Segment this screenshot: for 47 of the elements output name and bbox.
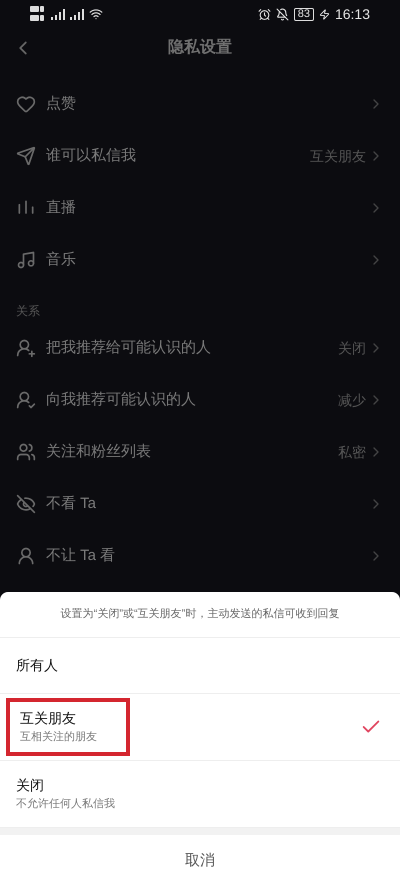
row-label: 音乐 — [46, 250, 77, 270]
settings-row[interactable]: 不看 Ta — [0, 478, 400, 530]
bell-off-icon — [276, 8, 289, 20]
row-label: 点赞 — [46, 94, 77, 114]
signal-icon — [51, 8, 65, 20]
option-label: 关闭 — [16, 776, 45, 796]
eye-off-icon — [16, 494, 36, 514]
settings-row[interactable]: 音乐 — [0, 234, 400, 286]
user-icon — [16, 338, 36, 358]
row-label: 把我推荐给可能认识的人 — [46, 338, 212, 358]
option-description: 不允许任何人私信我 — [16, 797, 115, 812]
row-value: 私密 — [338, 442, 366, 462]
settings-row[interactable]: 把我推荐给可能认识的人 关闭 — [0, 322, 400, 374]
send-icon — [16, 146, 36, 166]
users-icon — [16, 442, 36, 462]
row-value: 减少 — [338, 390, 366, 410]
option-label: 所有人 — [16, 656, 58, 675]
alarm-icon — [258, 8, 271, 20]
settings-row[interactable]: 点赞 — [0, 78, 400, 130]
settings-row[interactable]: 关注和粉丝列表 私密 — [0, 426, 400, 478]
wifi-icon — [89, 7, 103, 21]
row-label: 向我推荐可能认识的人 — [46, 390, 197, 410]
charging-icon — [318, 8, 330, 20]
page-title: 隐私设置 — [168, 38, 232, 58]
row-label: 关注和粉丝列表 — [46, 442, 152, 462]
row-label: 谁可以私信我 — [46, 146, 137, 166]
row-value: 关闭 — [338, 338, 366, 358]
user-icon — [16, 390, 36, 410]
section-label: 关系 — [15, 303, 41, 320]
option-label: 互关朋友 — [20, 709, 77, 728]
clock-time: 16:13 — [334, 4, 370, 24]
row-label: 直播 — [46, 198, 77, 218]
settings-row[interactable]: 直播 — [0, 182, 400, 234]
signal-icon — [70, 8, 84, 20]
option-description: 互相关注的朋友 — [20, 730, 98, 746]
sim-card-icon — [30, 5, 46, 23]
settings-row[interactable]: 不让 Ta 看 — [0, 530, 400, 582]
row-value: 互关朋友 — [310, 146, 366, 166]
cancel-button[interactable]: 取消 — [0, 835, 400, 888]
settings-row[interactable]: 谁可以私信我 互关朋友 — [0, 130, 400, 182]
heart-icon — [16, 94, 36, 114]
user-icon — [16, 546, 36, 566]
music-note-icon — [16, 250, 36, 270]
row-label: 不看 Ta — [46, 494, 98, 514]
row-label: 不让 Ta 看 — [46, 546, 116, 566]
settings-row[interactable]: 向我推荐可能认识的人 减少 — [0, 374, 400, 426]
battery-level: 83 — [294, 8, 314, 20]
